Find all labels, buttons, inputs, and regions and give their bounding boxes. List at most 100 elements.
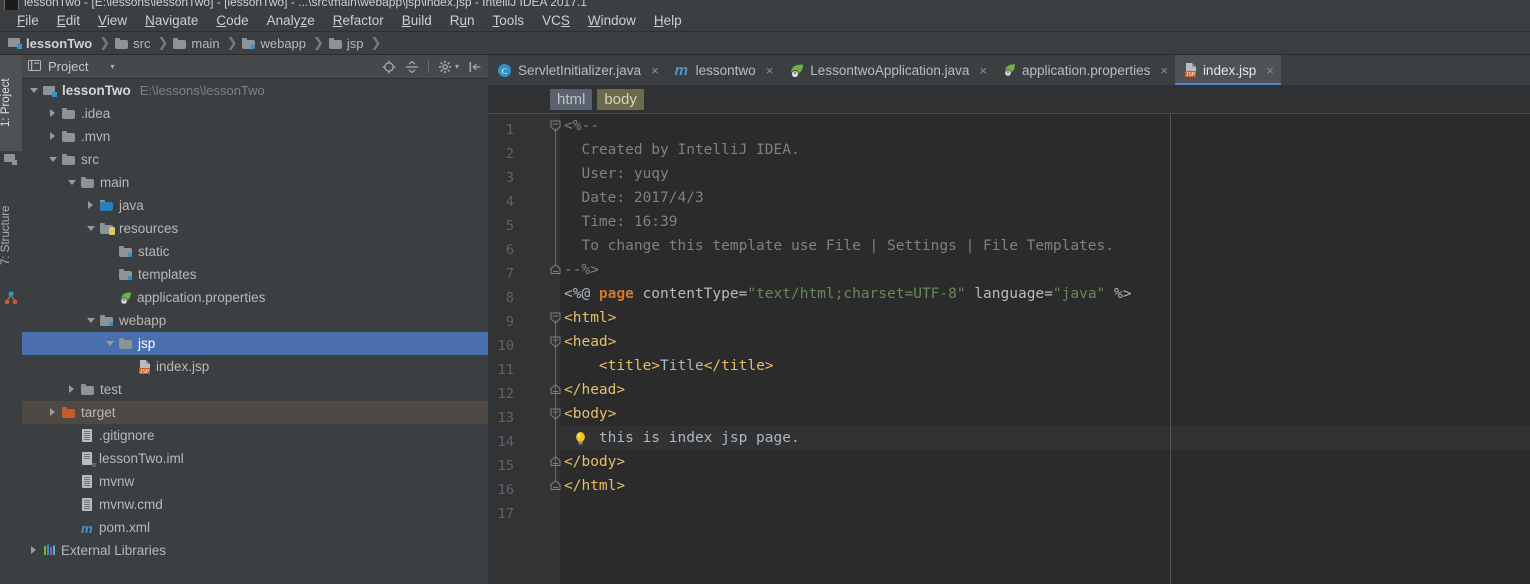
editor-breadcrumb-html[interactable]: html bbox=[550, 88, 593, 110]
intention-bulb-icon[interactable] bbox=[574, 430, 587, 445]
breadcrumb-webapp[interactable]: webapp bbox=[240, 33, 308, 53]
menu-item-navigate[interactable]: Navigate bbox=[136, 12, 207, 29]
tree-node-label: webapp bbox=[119, 313, 167, 328]
close-icon[interactable]: × bbox=[1266, 63, 1274, 78]
menu-item-window[interactable]: Window bbox=[579, 12, 645, 29]
close-icon[interactable]: × bbox=[1160, 63, 1168, 78]
editor-tab-lessontwo[interactable]: m lessontwo × bbox=[666, 55, 781, 85]
tree-node-target[interactable]: target bbox=[22, 401, 488, 424]
tree-node-static[interactable]: static bbox=[22, 240, 488, 263]
editor-tab-index-jsp[interactable]: JSP index.jsp × bbox=[1174, 55, 1281, 85]
collapse-arrow-icon[interactable] bbox=[87, 224, 96, 233]
breadcrumb-main[interactable]: main bbox=[171, 33, 221, 53]
close-icon[interactable]: × bbox=[651, 63, 659, 78]
code-line-11[interactable]: <title>Title</title> bbox=[560, 354, 1530, 378]
collapse-all-icon[interactable] bbox=[405, 60, 419, 74]
editor-tab-servletinitializer-java[interactable]: C ServletInitializer.java × bbox=[488, 55, 666, 85]
editor-breadcrumb-body[interactable]: body bbox=[597, 88, 644, 110]
code-line-17[interactable] bbox=[560, 498, 1530, 522]
collapse-arrow-icon[interactable] bbox=[68, 178, 77, 187]
menu-item-view[interactable]: View bbox=[89, 12, 136, 29]
breadcrumb-src[interactable]: src bbox=[113, 33, 152, 53]
tree-node--idea[interactable]: .idea bbox=[22, 102, 488, 125]
hide-panel-icon[interactable] bbox=[468, 60, 482, 74]
menu-item-tools[interactable]: Tools bbox=[484, 12, 534, 29]
breadcrumb-jsp[interactable]: jsp bbox=[327, 33, 366, 53]
code-line-4[interactable]: Date: 2017/4/3 bbox=[560, 186, 1530, 210]
window-title: lessonTwo - [E:\lessons\lessonTwo] - [le… bbox=[24, 0, 587, 9]
code-line-15[interactable]: </body> bbox=[560, 450, 1530, 474]
editor-tab-application-properties[interactable]: application.properties × bbox=[994, 55, 1175, 85]
code-line-7[interactable]: --%> bbox=[560, 258, 1530, 282]
tree-node-jsp[interactable]: jsp bbox=[22, 332, 488, 355]
collapse-arrow-icon[interactable] bbox=[49, 155, 58, 164]
collapse-arrow-icon[interactable] bbox=[87, 316, 96, 325]
tree-node-external-libraries[interactable]: External Libraries bbox=[22, 539, 488, 562]
locate-icon[interactable] bbox=[382, 60, 396, 74]
tree-node-mvnw-cmd[interactable]: mvnw.cmd bbox=[22, 493, 488, 516]
code-line-2[interactable]: Created by IntelliJ IDEA. bbox=[560, 138, 1530, 162]
tree-node-templates[interactable]: templates bbox=[22, 263, 488, 286]
expand-arrow-icon[interactable] bbox=[68, 385, 77, 394]
settings-gear-icon[interactable] bbox=[438, 60, 452, 74]
breadcrumb-lessontwo[interactable]: lessonTwo bbox=[6, 33, 94, 53]
line-number: 10 bbox=[497, 338, 514, 354]
close-icon[interactable]: × bbox=[979, 63, 987, 78]
chevron-down-icon[interactable]: ▾ bbox=[110, 62, 114, 71]
collapse-arrow-icon[interactable] bbox=[30, 86, 39, 95]
tool-button-structure[interactable]: 7: Structure bbox=[0, 183, 22, 287]
menu-item-build[interactable]: Build bbox=[393, 12, 441, 29]
code-line-12[interactable]: </head> bbox=[560, 378, 1530, 402]
code-line-1[interactable]: <%-- bbox=[560, 114, 1530, 138]
tree-node-resources[interactable]: resources bbox=[22, 217, 488, 240]
code-content[interactable]: <%-- Created by IntelliJ IDEA. User: yuq… bbox=[560, 114, 1530, 584]
tree-node-java[interactable]: java bbox=[22, 194, 488, 217]
menu-item-refactor[interactable]: Refactor bbox=[324, 12, 393, 29]
expand-arrow-icon[interactable] bbox=[49, 109, 58, 118]
tree-node-index-jsp[interactable]: JSP index.jsp bbox=[22, 355, 488, 378]
code-line-13[interactable]: <body> bbox=[560, 402, 1530, 426]
menu-item-code[interactable]: Code bbox=[207, 12, 257, 29]
menu-item-analyze[interactable]: Analyze bbox=[258, 12, 324, 29]
menu-item-help[interactable]: Help bbox=[645, 12, 691, 29]
code-token: </html> bbox=[564, 478, 626, 494]
code-line-3[interactable]: User: yuqy bbox=[560, 162, 1530, 186]
tool-button-project[interactable]: 1: Project bbox=[0, 55, 22, 151]
code-line-10[interactable]: <head> bbox=[560, 330, 1530, 354]
code-line-14[interactable]: this is index jsp page. bbox=[560, 426, 1530, 450]
expand-arrow-icon[interactable] bbox=[49, 408, 58, 417]
tree-node-lessontwo-iml[interactable]: lessonTwo.iml bbox=[22, 447, 488, 470]
collapse-arrow-icon[interactable] bbox=[106, 339, 115, 348]
code-line-6[interactable]: To change this template use File | Setti… bbox=[560, 234, 1530, 258]
tree-node-webapp[interactable]: webapp bbox=[22, 309, 488, 332]
tree-node-src[interactable]: src bbox=[22, 148, 488, 171]
close-icon[interactable]: × bbox=[766, 63, 774, 78]
menu-item-vcs[interactable]: VCS bbox=[533, 12, 579, 29]
menu-item-run[interactable]: Run bbox=[441, 12, 484, 29]
tree-node--gitignore[interactable]: .gitignore bbox=[22, 424, 488, 447]
tree-node--mvn[interactable]: .mvn bbox=[22, 125, 488, 148]
expand-arrow-icon[interactable] bbox=[87, 201, 96, 210]
tool-button-project-label: 1: Project bbox=[0, 78, 12, 128]
editor-tab-lessontwoapplication-java[interactable]: LessontwoApplication.java × bbox=[780, 55, 994, 85]
tree-node-lessontwo[interactable]: lessonTwo E:\lessons\lessonTwo bbox=[22, 79, 488, 102]
code-line-9[interactable]: <html> bbox=[560, 306, 1530, 330]
tree-node-application-properties[interactable]: application.properties bbox=[22, 286, 488, 309]
tree-node-mvnw[interactable]: mvnw bbox=[22, 470, 488, 493]
menu-item-edit[interactable]: Edit bbox=[48, 12, 89, 29]
code-line-16[interactable]: </html> bbox=[560, 474, 1530, 498]
gear-dropdown-icon[interactable]: ▾ bbox=[455, 62, 459, 71]
expand-arrow-icon[interactable] bbox=[49, 132, 58, 141]
libraries-icon bbox=[43, 544, 56, 558]
menu-item-file[interactable]: File bbox=[8, 12, 48, 29]
code-editor[interactable]: 1 2 3 4 5 6 7 8 9 10 11 12 13 14 15 16 17 <%-- Created b… bbox=[488, 113, 1530, 584]
line-number: 15 bbox=[497, 458, 514, 474]
project-tree[interactable]: lessonTwo E:\lessons\lessonTwo .idea .mvn sr… bbox=[22, 79, 488, 583]
expand-arrow-icon[interactable] bbox=[30, 546, 39, 555]
code-line-5[interactable]: Time: 16:39 bbox=[560, 210, 1530, 234]
code-line-8[interactable]: <%@ page contentType="text/html;charset=… bbox=[560, 282, 1530, 306]
tree-node-main[interactable]: main bbox=[22, 171, 488, 194]
tree-node-pom-xml[interactable]: m pom.xml bbox=[22, 516, 488, 539]
tree-node-test[interactable]: test bbox=[22, 378, 488, 401]
